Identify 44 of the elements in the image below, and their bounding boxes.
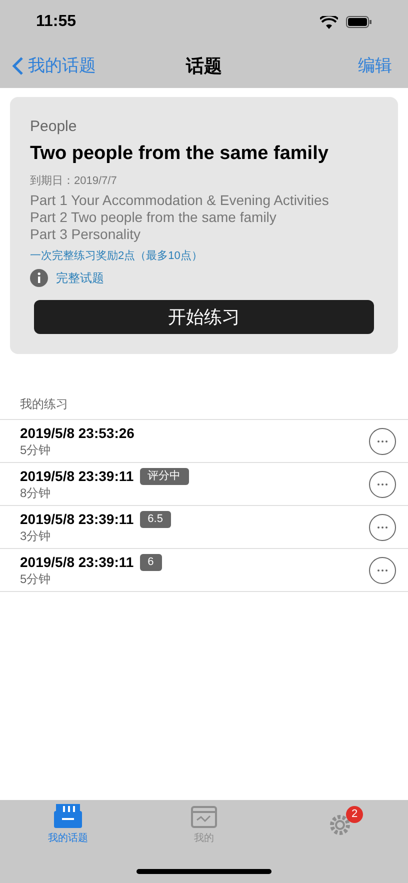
reward-note: 一次完整练习奖励2点（最多10点）: [30, 248, 204, 264]
chevron-left-icon: [12, 56, 24, 76]
score-badge: 评分中: [140, 468, 189, 484]
practice-time: 2019/5/8 23:39:11: [20, 553, 134, 571]
calendar-icon: [190, 803, 218, 829]
status-time: 11:55: [36, 12, 76, 32]
info-icon: [30, 269, 48, 287]
ellipsis-icon: [377, 440, 388, 442]
nav-title: 话题: [186, 54, 222, 78]
practice-time: 2019/5/8 23:39:11: [20, 467, 134, 485]
ellipsis-icon: [377, 526, 388, 528]
tab-item[interactable]: 我的话题: [0, 800, 136, 849]
ellipsis-icon: [377, 568, 388, 572]
notification-badge: 2: [346, 806, 363, 822]
practice-time: 2019/5/8 23:53:26: [20, 424, 134, 442]
practice-time: 2019/5/8 23:39:11: [20, 510, 134, 528]
practice-duration: 5分钟: [20, 442, 52, 458]
practice-duration: 5分钟: [20, 571, 52, 587]
back-button[interactable]: 我的话题: [12, 53, 96, 79]
tab-item[interactable]: 我的: [136, 800, 272, 849]
wifi-icon: [320, 16, 338, 28]
practice-duration: 8分钟: [20, 485, 52, 501]
more-button[interactable]: [369, 514, 396, 540]
ellipsis-icon: [377, 482, 388, 486]
part-text: Part 2 Two people from the same family: [30, 209, 278, 226]
full-test-link[interactable]: 完整试题: [56, 269, 104, 287]
tab-item[interactable]: 2: [272, 800, 408, 849]
more-button[interactable]: [369, 470, 396, 498]
folder-icon: [53, 803, 83, 829]
battery-icon: [346, 16, 372, 28]
score-badge: 6.5: [140, 510, 171, 528]
more-button[interactable]: [369, 556, 396, 584]
score-badge: 6: [140, 554, 162, 570]
start-button[interactable]: 开始练习: [34, 300, 374, 334]
part-text: Part 3 Personality: [30, 226, 142, 243]
topic-category: People: [30, 117, 78, 137]
part-text: Part 1 Your Accommodation & Evening Activities: [30, 192, 330, 209]
more-button[interactable]: [369, 428, 396, 454]
section-header: 我的练习: [19, 396, 69, 413]
practice-duration: 3分钟: [20, 528, 52, 544]
edit-button[interactable]: 编辑: [358, 53, 396, 79]
back-label: 我的话题: [28, 55, 96, 78]
topic-title: Two people from the same family: [30, 142, 330, 166]
due-date: 到期日：2019/7/7: [30, 174, 118, 189]
